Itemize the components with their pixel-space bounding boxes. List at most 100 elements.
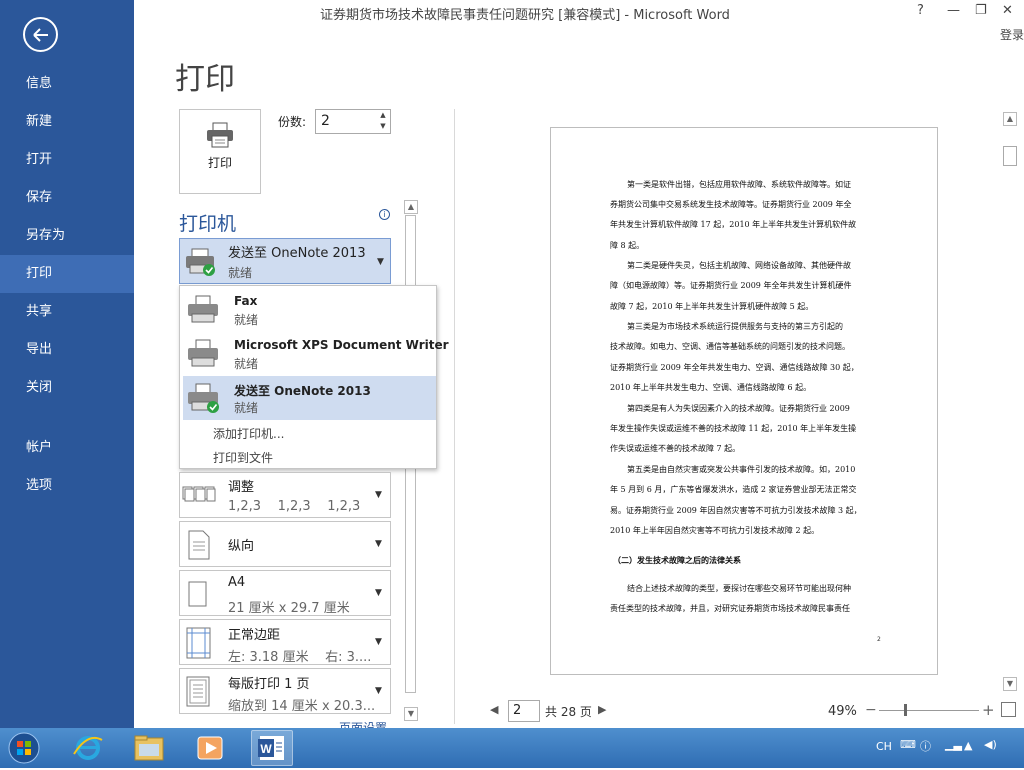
paper-size-title: A4: [228, 575, 246, 590]
printer-option-status: 就绪: [234, 401, 259, 415]
doc-line: 技术故障。如电力、空调、通信等基础系统的问题引发的技术问题。: [610, 342, 850, 351]
copies-stepper[interactable]: 2 ▲ ▼: [315, 109, 391, 134]
doc-line: 证券期货行业 2009 年全年共发生电力、空调、通信线路故障 30 起，: [610, 363, 859, 372]
nav-open[interactable]: 打开: [0, 141, 134, 179]
back-button[interactable]: [23, 17, 58, 52]
internet-explorer-icon: [73, 736, 103, 760]
taskbar-explorer[interactable]: [129, 730, 171, 766]
nav-info[interactable]: 信息: [0, 65, 134, 103]
pages-per-sheet-select[interactable]: 每版打印 1 页 缩放到 14 厘米 x 20.3... ▼: [179, 668, 391, 714]
doc-line: 券期货公司集中交易系统发生技术故障等。证券期货行业 2009 年全: [610, 200, 852, 209]
scroll-up-icon[interactable]: ▲: [1003, 112, 1017, 126]
keyboard-icon[interactable]: ⌨: [900, 738, 916, 751]
language-indicator[interactable]: CH: [876, 740, 892, 753]
scroll-down-icon[interactable]: ▼: [404, 707, 418, 721]
onenote-printer-icon: [188, 383, 219, 413]
doc-line: 障 8 起。: [610, 241, 645, 250]
portrait-orientation-icon: [188, 530, 210, 560]
printer-select[interactable]: 发送至 OneNote 2013 就绪 ▼: [179, 238, 391, 284]
copies-label: 份数:: [278, 115, 307, 129]
pages-per-sheet-title: 每版打印 1 页: [228, 677, 310, 692]
chevron-down-icon: ▼: [375, 490, 382, 500]
fax-printer-icon: [188, 295, 218, 323]
chevron-down-icon: ▼: [377, 257, 384, 267]
printer-option-xps[interactable]: Microsoft XPS Document Writer 就绪: [180, 332, 449, 376]
doc-line: 年 5 月到 6 月，广东等省爆发洪水，造成 2 家证券营业部无法正常交: [610, 485, 857, 494]
zoom-slider[interactable]: [879, 710, 979, 711]
window-title: 证券期货市场技术故障民事责任问题研究 [兼容模式] - Microsoft Wo…: [320, 8, 730, 23]
nav-export[interactable]: 导出: [0, 331, 134, 369]
page-title: 打印: [175, 62, 235, 97]
collate-select[interactable]: 调整 1,2,3 1,2,3 1,2,3 ▼: [179, 472, 391, 518]
paper-size-icon: [188, 581, 207, 607]
zoom-in-icon[interactable]: +: [982, 701, 995, 719]
scroll-up-icon[interactable]: ▲: [404, 200, 418, 214]
show-hidden-icons[interactable]: ▲: [964, 739, 972, 752]
nav-account[interactable]: 帐户: [0, 429, 134, 467]
collate-detail: 1,2,3 1,2,3 1,2,3: [228, 499, 361, 514]
printer-section-title: 打印机: [179, 213, 237, 235]
help-icon[interactable]: ⓘ: [920, 738, 931, 754]
chevron-down-icon: ▼: [375, 686, 382, 696]
nav-new[interactable]: 新建: [0, 103, 134, 141]
nav-print[interactable]: 打印: [0, 255, 134, 293]
printer-option-fax[interactable]: Fax 就绪: [180, 288, 436, 332]
scroll-down-icon[interactable]: ▼: [1003, 677, 1017, 691]
volume-icon[interactable]: ◀): [984, 738, 997, 751]
preview-scrollbar[interactable]: ▲ ▼: [1001, 109, 1017, 693]
margins-detail: 左: 3.18 厘米 右: 3....: [228, 650, 372, 665]
zoom-out-icon[interactable]: −: [865, 702, 877, 718]
zoom-slider-thumb[interactable]: [904, 704, 907, 716]
chevron-down-icon: ▼: [375, 588, 382, 598]
print-button[interactable]: 打印: [179, 109, 261, 194]
restore-button[interactable]: ❐: [975, 3, 987, 18]
chevron-down-icon: ▼: [375, 539, 382, 549]
info-icon[interactable]: i: [379, 209, 390, 220]
paper-size-select[interactable]: A4 21 厘米 x 29.7 厘米 ▼: [179, 570, 391, 616]
pages-per-sheet-icon: [186, 676, 210, 707]
nav-options[interactable]: 选项: [0, 467, 134, 505]
printer-icon: [207, 122, 233, 148]
margins-title: 正常边距: [228, 628, 281, 643]
print-button-label: 打印: [207, 156, 232, 170]
nav-save-as[interactable]: 另存为: [0, 217, 134, 255]
scroll-thumb[interactable]: [1003, 146, 1017, 166]
taskbar-media[interactable]: [190, 730, 232, 766]
printer-option-name: Fax: [234, 294, 258, 308]
xps-printer-icon: [188, 339, 218, 367]
close-button[interactable]: ✕: [1002, 3, 1013, 18]
previous-page-icon[interactable]: ◀: [490, 703, 498, 716]
doc-line: 障（如电源故障）等。证券期货行业 2009 年全年共发生计算机硬件: [610, 281, 852, 290]
nav-share[interactable]: 共享: [0, 293, 134, 331]
add-printer-link[interactable]: 添加打印机...: [213, 425, 284, 442]
login-link[interactable]: 登录: [1000, 26, 1024, 43]
spin-up-icon[interactable]: ▲: [378, 111, 388, 121]
start-button[interactable]: [4, 730, 46, 766]
next-page-icon[interactable]: ▶: [598, 703, 606, 716]
doc-line: 责任类型的技术故障，并且，对研究证券期货市场技术故障民事责任: [610, 604, 850, 613]
minimize-button[interactable]: —: [947, 3, 960, 18]
zoom-to-page-icon[interactable]: [1001, 702, 1016, 717]
printer-ready-icon: [186, 248, 215, 276]
doc-line: 第五类是由自然灾害或突发公共事件引发的技术故障。如，2010: [627, 465, 856, 474]
doc-line: 作失误或运维不善的技术故障 7 起。: [610, 444, 741, 453]
page-number-input[interactable]: 2: [508, 700, 540, 722]
taskbar-word[interactable]: W: [251, 730, 293, 766]
help-button[interactable]: ?: [917, 3, 924, 18]
print-to-file-option[interactable]: 打印到文件: [213, 449, 273, 466]
page-setup-link[interactable]: 页面设置: [339, 719, 387, 728]
nav-close[interactable]: 关闭: [0, 369, 134, 407]
taskbar-ie[interactable]: [68, 730, 110, 766]
nav-save[interactable]: 保存: [0, 179, 134, 217]
doc-heading: （二）发生技术故障之后的法律关系: [613, 555, 741, 565]
printer-option-name: 发送至 OneNote 2013: [234, 384, 371, 398]
spin-down-icon[interactable]: ▼: [378, 122, 388, 132]
printer-option-onenote[interactable]: 发送至 OneNote 2013 就绪: [183, 376, 436, 420]
paper-size-detail: 21 厘米 x 29.7 厘米: [228, 601, 350, 616]
network-icon[interactable]: ▁▃: [945, 738, 962, 751]
doc-line: 第三类是为市场技术系统运行提供服务与支持的第三方引起的: [627, 322, 843, 331]
margins-select[interactable]: 正常边距 左: 3.18 厘米 右: 3.... ▼: [179, 619, 391, 665]
start-orb-icon: [8, 732, 40, 764]
orientation-select[interactable]: 纵向 ▼: [179, 521, 391, 567]
zoom-level[interactable]: 49%: [828, 704, 857, 719]
